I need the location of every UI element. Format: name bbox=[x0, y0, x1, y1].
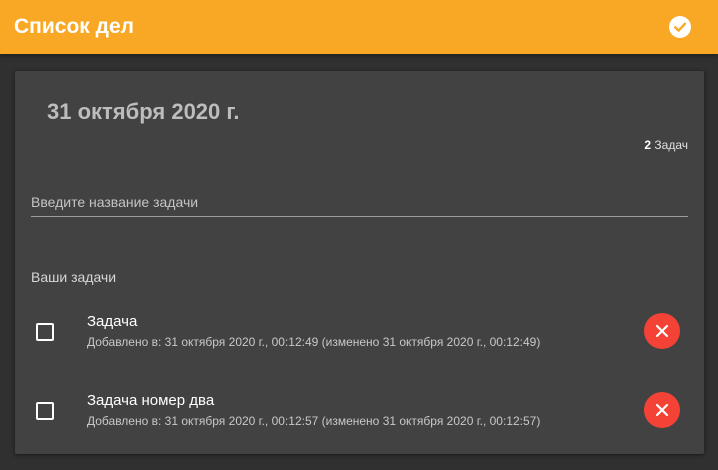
delete-task-button[interactable] bbox=[644, 392, 680, 428]
date-heading: 31 октября 2020 г. bbox=[47, 99, 240, 124]
task-title: Задача bbox=[87, 313, 138, 330]
delete-task-button[interactable] bbox=[644, 313, 680, 349]
check-circle-icon[interactable] bbox=[669, 16, 691, 38]
app-bar: Список дел bbox=[0, 0, 718, 54]
task-title: Задача номер два bbox=[87, 392, 215, 409]
task-count-number: 2 bbox=[644, 138, 652, 152]
task-name-input[interactable] bbox=[31, 188, 688, 217]
tasks-section-label: Ваши задачи bbox=[31, 269, 117, 285]
app-title: Список дел bbox=[14, 15, 134, 38]
task-row: Задача номер два Добавлено в: 31 октября… bbox=[15, 383, 704, 439]
task-row: Задача Добавлено в: 31 октября 2020 г., … bbox=[15, 304, 704, 360]
task-meta: Добавлено в: 31 октября 2020 г., 00:12:5… bbox=[87, 414, 541, 428]
task-meta: Добавлено в: 31 октября 2020 г., 00:12:4… bbox=[87, 335, 541, 349]
task-count: 2 Задач bbox=[644, 138, 688, 152]
close-icon bbox=[655, 403, 669, 417]
task-card: 31 октября 2020 г. 2 Задач Ваши задачи З… bbox=[15, 71, 704, 454]
task-checkbox[interactable] bbox=[36, 402, 54, 420]
task-count-label: Задач bbox=[654, 138, 688, 152]
task-checkbox[interactable] bbox=[36, 323, 54, 341]
close-icon bbox=[655, 324, 669, 338]
